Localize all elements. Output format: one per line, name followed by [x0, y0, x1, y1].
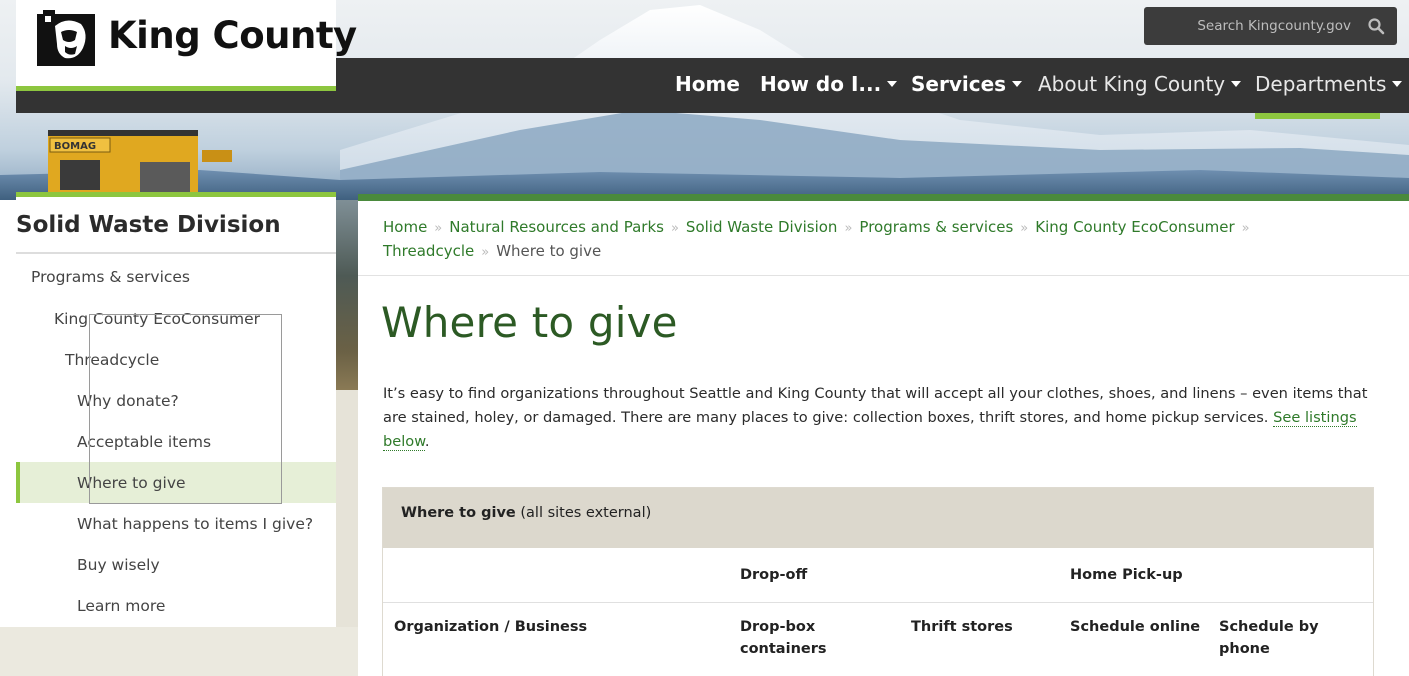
breadcrumb-separator-icon: »: [434, 221, 443, 236]
nav-how-do-i-label: How do I...: [760, 72, 882, 96]
breadcrumb-link[interactable]: Natural Resources and Parks: [449, 218, 664, 236]
sidebar-margin: [0, 200, 16, 676]
search-box[interactable]: Search Kingcounty.gov: [1144, 7, 1397, 45]
sidebar-title[interactable]: Solid Waste Division: [16, 212, 281, 238]
breadcrumb-divider: [358, 275, 1409, 276]
chevron-down-icon: [1231, 80, 1242, 87]
sidebar-accent-bar: [16, 192, 336, 197]
sidebar-item-programs-services[interactable]: Programs & services: [31, 268, 190, 286]
breadcrumb: Home » Natural Resources and Parks » Solid W…: [383, 216, 1383, 264]
page-title: Where to give: [381, 298, 678, 347]
where-to-give-table: Where to give (all sites external) Drop-…: [382, 487, 1374, 676]
logo-text[interactable]: King County: [108, 14, 357, 57]
intro-paragraph: It’s easy to find organizations througho…: [383, 382, 1368, 454]
nav-departments[interactable]: Departments: [1255, 72, 1403, 96]
column-header-schedule-phone: Schedule by phone: [1219, 619, 1319, 657]
search-input[interactable]: Search Kingcounty.gov: [1197, 18, 1351, 34]
table-caption: Where to give (all sites external): [383, 488, 1373, 548]
chevron-down-icon: [1392, 80, 1403, 87]
vehicle-label: BOMAG: [54, 141, 96, 152]
nav-services[interactable]: Services: [911, 72, 1023, 96]
breadcrumb-link[interactable]: Threadcycle: [383, 242, 474, 260]
breadcrumb-current: Where to give: [496, 242, 602, 260]
nav-home-label: Home: [675, 72, 740, 96]
table-caption-bold: Where to give: [401, 505, 516, 521]
intro-text: It’s easy to find organizations througho…: [383, 385, 1368, 426]
page: BOMAG King County Search Kingcounty.gov …: [0, 0, 1409, 676]
nav-services-label: Services: [911, 72, 1007, 96]
nav-active-indicator: [1255, 113, 1380, 119]
sidebar-divider: [16, 252, 336, 254]
sidebar-item-what-happens[interactable]: What happens to items I give?: [77, 515, 313, 533]
table-caption-rest: (all sites external): [515, 505, 652, 521]
content-top-rule: [358, 194, 1409, 201]
group-header-drop-off: Drop-off: [740, 567, 808, 583]
nav-about[interactable]: About King County: [1038, 72, 1242, 96]
breadcrumb-link[interactable]: Home: [383, 218, 427, 236]
search-icon[interactable]: [1367, 17, 1385, 35]
king-county-logo-icon[interactable]: [37, 10, 95, 66]
column-header-organization: Organization / Business: [394, 619, 588, 635]
breadcrumb-separator-icon: »: [844, 221, 853, 236]
breadcrumb-separator-icon: »: [670, 221, 679, 236]
breadcrumb-separator-icon: »: [1241, 221, 1250, 236]
breadcrumb-separator-icon: »: [481, 245, 490, 260]
breadcrumb-link[interactable]: King County EcoConsumer: [1035, 218, 1234, 236]
column-header-drop-box: Drop-box containers: [740, 619, 827, 657]
nav-home[interactable]: Home: [675, 72, 740, 96]
breadcrumb-link[interactable]: Programs & services: [859, 218, 1013, 236]
nav-about-label: About King County: [1038, 72, 1226, 96]
nav-left-strip: [16, 91, 336, 113]
column-header-thrift-stores: Thrift stores: [911, 619, 1013, 635]
chevron-down-icon: [1012, 80, 1023, 87]
sidebar-active-indicator: [16, 462, 20, 503]
table-group-header-row: Drop-off Home Pick-up: [383, 548, 1373, 603]
nav-how-do-i[interactable]: How do I...: [760, 72, 898, 96]
sidebar-footer-bg: [0, 627, 358, 676]
compactor-vehicle-image: BOMAG: [48, 130, 232, 194]
chevron-down-icon: [887, 80, 898, 87]
intro-end: .: [424, 433, 430, 450]
selection-outline: [89, 314, 282, 504]
column-header-schedule-online: Schedule online: [1070, 619, 1201, 635]
group-header-home-pickup: Home Pick-up: [1070, 567, 1183, 583]
sidebar-photo-strip: [336, 200, 358, 390]
sidebar-item-learn-more[interactable]: Learn more: [77, 597, 165, 615]
breadcrumb-separator-icon: »: [1020, 221, 1029, 236]
sidebar-item-buy-wisely[interactable]: Buy wisely: [77, 556, 160, 574]
nav-departments-label: Departments: [1255, 72, 1387, 96]
table-caption-text: Where to give (all sites external): [401, 505, 651, 521]
breadcrumb-link[interactable]: Solid Waste Division: [686, 218, 838, 236]
